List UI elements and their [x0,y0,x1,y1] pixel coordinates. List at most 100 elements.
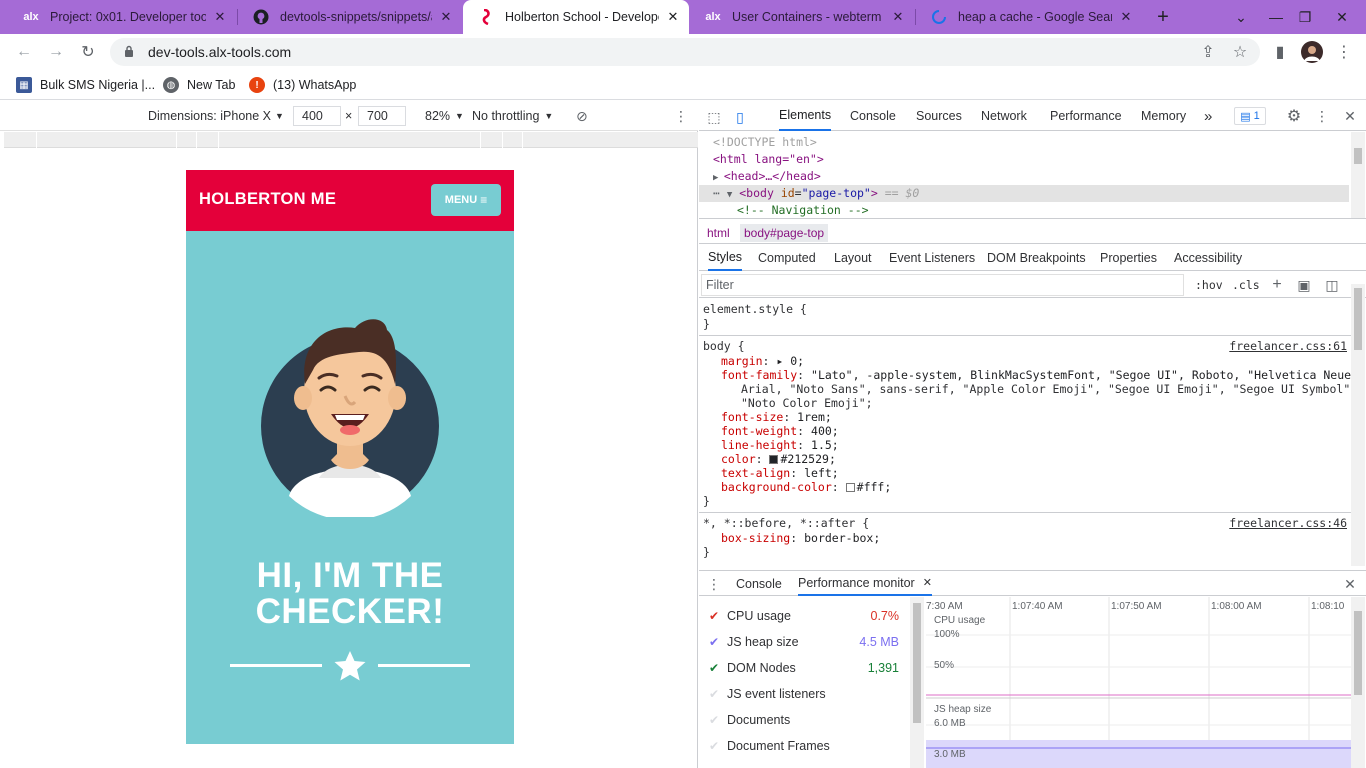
cls-toggle[interactable]: .cls [1232,276,1260,294]
minimize-button[interactable]: — [1258,0,1294,34]
more-tabs-icon[interactable]: » [1204,101,1212,131]
share-icon[interactable]: ⇪ [1196,40,1220,64]
tab-elements[interactable]: Elements [779,101,832,131]
media-query-ruler[interactable] [4,132,698,148]
tab-console[interactable]: Console [850,101,896,131]
device-toggle-icon[interactable]: ▯ [731,108,749,126]
metric-js-heap-size[interactable]: ✔ JS heap size 4.5 MB [709,633,899,651]
checkmark-icon[interactable]: ✔ [709,687,727,701]
dimensions-select[interactable]: Dimensions: iPhone X ▼ [148,107,284,125]
metric-js-event-listeners[interactable]: ✔ JS event listeners [709,685,899,703]
dom-html-node[interactable]: <html lang="en"> [713,151,824,168]
subtab-accessibility[interactable]: Accessibility [1174,245,1242,271]
more-options-icon[interactable]: ⋮ [674,107,688,125]
style-prop-color[interactable]: color: #212529; [721,452,836,466]
tab-search-icon[interactable]: ⌄ [1228,0,1254,34]
style-prop-background-color[interactable]: background-color: #fff; [721,480,891,494]
style-prop-font-size[interactable]: font-size: 1rem; [721,410,832,424]
breadcrumb-html[interactable]: html [703,224,734,242]
graph-scrollbar[interactable] [1351,597,1365,768]
side-panel-icon[interactable]: ▮ [1268,40,1292,64]
bookmark-star-icon[interactable]: ☆ [1228,40,1252,64]
dom-comment[interactable]: <!-- Navigation --> [737,202,869,219]
bookmark-item[interactable]: ◍ New Tab [163,76,235,94]
filter-input[interactable]: Filter [701,274,1184,296]
close-tab-icon[interactable]: ✕ [438,9,454,25]
browser-tab[interactable]: alx Project: 0x01. Developer tools | ✕ [8,0,236,34]
drawer-menu-icon[interactable]: ⋮ [707,575,721,593]
close-tab-icon[interactable]: ✕ [923,576,932,589]
browser-menu-icon[interactable]: ⋮ [1332,40,1356,64]
reload-button[interactable]: ↻ [76,40,100,64]
style-prop-font-weight[interactable]: font-weight: 400; [721,424,839,438]
universal-rule-source-link[interactable]: freelancer.css:46 [1229,516,1347,530]
close-devtools-icon[interactable]: ✕ [1340,107,1360,125]
breadcrumb-body[interactable]: body#page-top [740,224,829,242]
subtab-styles[interactable]: Styles [708,245,743,271]
devtools-menu-icon[interactable]: ⋮ [1312,107,1332,125]
style-prop-text-align[interactable]: text-align: left; [721,466,839,480]
address-bar[interactable]: dev-tools.alx-tools.com [110,38,1260,66]
dom-scrollbar[interactable] [1351,132,1365,218]
subtab-dom-breakpoints[interactable]: DOM Breakpoints [987,245,1086,271]
tab-sources[interactable]: Sources [916,101,962,131]
back-button[interactable]: ← [12,40,36,64]
hov-toggle[interactable]: :hov [1195,276,1223,294]
zoom-select[interactable]: 82% ▼ [425,107,464,125]
element-state-icon[interactable]: ▣ [1296,276,1312,294]
forward-button[interactable]: → [44,40,68,64]
checkmark-icon[interactable]: ✔ [709,635,727,649]
dom-doctype[interactable]: <!DOCTYPE html> [713,134,817,151]
close-tab-icon[interactable]: ✕ [890,9,906,25]
metrics-scrollbar[interactable] [910,597,924,768]
settings-gear-icon[interactable]: ⚙ [1284,107,1304,125]
style-prop-line-height[interactable]: line-height: 1.5; [721,438,839,452]
new-tab-button[interactable]: + [1150,0,1176,34]
checkmark-icon[interactable]: ✔ [709,739,727,753]
more-dots-icon[interactable]: ⋯ [713,186,720,200]
bookmark-item[interactable]: ! (13) WhatsApp [249,76,356,94]
metric-dom-nodes[interactable]: ✔ DOM Nodes 1,391 [709,659,899,677]
close-drawer-icon[interactable]: ✕ [1342,575,1358,593]
universal-rule-selector[interactable]: *, *::before, *::after { [703,516,869,530]
browser-tab[interactable]: devtools-snippets/snippets/all ✕ [238,0,462,34]
tab-memory[interactable]: Memory [1141,101,1186,131]
subtab-properties[interactable]: Properties [1100,245,1157,271]
inspect-element-icon[interactable]: ⬚ [705,108,723,126]
browser-tab[interactable]: alx User Containers - webterm | La ✕ [690,0,914,34]
profile-avatar[interactable] [1300,40,1324,64]
add-rule-icon[interactable]: + [1269,276,1285,294]
browser-tab-active[interactable]: Holberton School - Developer ✕ [463,0,689,34]
close-tab-icon[interactable]: ✕ [665,9,681,25]
checkmark-icon[interactable]: ✔ [709,661,727,675]
window-close-button[interactable]: ✕ [1320,0,1364,34]
tab-performance[interactable]: Performance [1050,101,1122,131]
style-prop-font-family[interactable]: font-family: "Lato", -apple-system, Blin… [721,368,1351,382]
dom-head-node[interactable]: ▶ <head>…</head> [713,168,821,185]
collapse-arrow-icon[interactable]: ▼ [727,190,732,200]
color-swatch[interactable] [769,455,779,464]
subtab-event-listeners[interactable]: Event Listeners [889,245,975,271]
drawer-tab-performance-monitor[interactable]: Performance monitor ✕ [798,571,932,596]
style-prop-margin[interactable]: margin: ▸ 0; [721,354,804,368]
lock-icon[interactable] [124,45,140,60]
metric-cpu-usage[interactable]: ✔ CPU usage 0.7% [709,607,899,625]
tab-network[interactable]: Network [981,101,1027,131]
body-rule-selector[interactable]: body { [703,339,745,353]
toggle-sidebar-icon[interactable]: ◫ [1324,276,1340,294]
color-swatch[interactable] [845,483,855,492]
drawer-tab-console[interactable]: Console [736,571,782,596]
close-tab-icon[interactable]: ✕ [1118,9,1134,25]
metric-document-frames[interactable]: ✔ Document Frames [709,737,899,755]
subtab-layout[interactable]: Layout [834,245,872,271]
restore-button[interactable]: ❐ [1290,0,1320,34]
brand-logo[interactable]: HOLBERTON ME [199,190,336,209]
metric-documents[interactable]: ✔ Documents [709,711,899,729]
style-prop-box-sizing[interactable]: box-sizing: border-box; [721,531,880,545]
browser-tab[interactable]: heap a cache - Google Search ✕ [916,0,1142,34]
element-style-selector[interactable]: element.style { [703,302,807,316]
checkmark-icon[interactable]: ✔ [709,713,727,727]
close-tab-icon[interactable]: ✕ [212,9,228,25]
subtab-computed[interactable]: Computed [758,245,816,271]
styles-scrollbar[interactable] [1351,284,1365,566]
